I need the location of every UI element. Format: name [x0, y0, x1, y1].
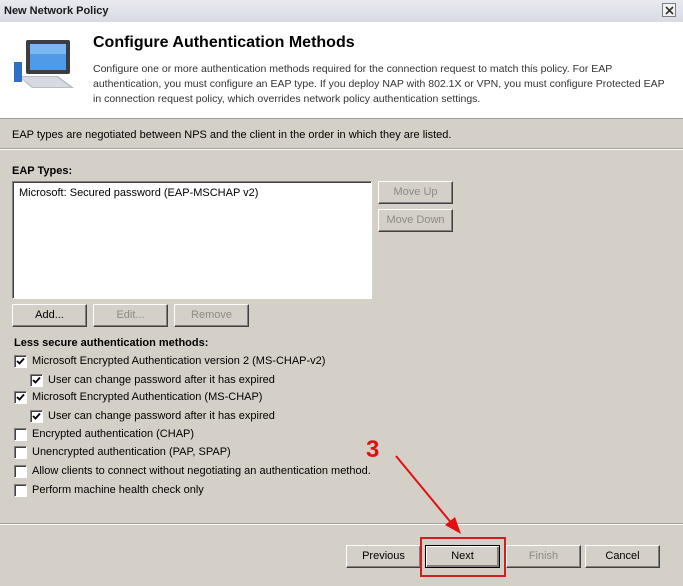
annotation-arrow-icon [395, 455, 461, 534]
next-button-highlight [420, 537, 506, 577]
